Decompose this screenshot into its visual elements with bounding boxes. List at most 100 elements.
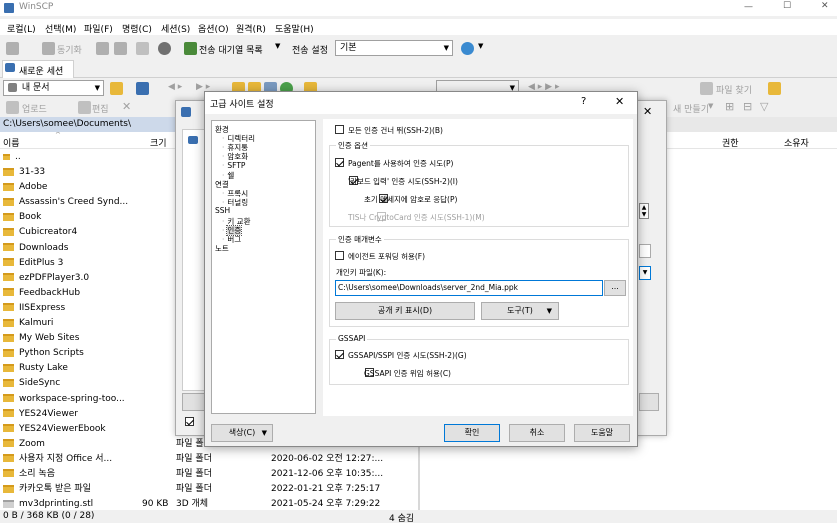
app-icon xyxy=(4,3,14,13)
folder-icon xyxy=(3,197,14,206)
remote-tree-icon[interactable] xyxy=(768,82,781,95)
upload-button[interactable]: 업로드 xyxy=(22,102,47,115)
login-select[interactable]: ▼ xyxy=(639,266,651,280)
login-close-icon[interactable]: ✕ xyxy=(643,105,652,118)
tree-item[interactable]: · SFTP xyxy=(222,161,245,170)
sync-icon[interactable] xyxy=(42,42,55,55)
menu-remote[interactable]: 원격(R) xyxy=(236,22,266,35)
column-permissions[interactable]: 권한 xyxy=(722,136,739,149)
maximize-button[interactable]: ☐ xyxy=(783,1,791,11)
new-dropdown-icon[interactable]: ▼ xyxy=(708,102,713,110)
login-scroll[interactable]: ▲ ▼ xyxy=(639,203,649,219)
file-name: Downloads xyxy=(19,242,69,253)
sync-button[interactable]: 동기화 xyxy=(57,43,82,56)
minimize-button[interactable]: — xyxy=(744,2,753,12)
filter-icon[interactable] xyxy=(136,82,149,95)
pageant-label: Pagent를 사용하여 인증 시도(P) xyxy=(348,159,454,168)
tab-new-session[interactable]: 새로운 세션 xyxy=(2,60,74,78)
login-show-checkbox[interactable] xyxy=(185,417,194,426)
cancel-button[interactable]: 취소 xyxy=(509,424,565,442)
delete-icon[interactable]: ✕ xyxy=(122,100,131,113)
bypass-auth-checkbox[interactable] xyxy=(335,125,344,134)
file-name: 카카오톡 받은 파일 xyxy=(19,484,91,495)
menu-local[interactable]: 로컬(L) xyxy=(7,22,36,35)
menu-help[interactable]: 도움말(H) xyxy=(275,22,314,35)
queue-icon[interactable] xyxy=(184,42,197,55)
color-button[interactable]: 색상(C) ▼ xyxy=(211,424,273,442)
new-button[interactable]: 새 만들기 xyxy=(673,102,709,115)
console-icon[interactable] xyxy=(96,42,109,55)
find-dim-icon[interactable] xyxy=(136,42,149,55)
login-field[interactable] xyxy=(639,244,651,258)
queue-button[interactable]: 전송 대기열 목록 xyxy=(199,43,263,56)
login-tools-button[interactable] xyxy=(182,393,206,411)
local-path: C:\Users\somee\Documents\ xyxy=(3,119,131,129)
list-item[interactable]: 사용자 지정 Office 서... 파일 폴더 2020-06-02 오전 12:… xyxy=(0,452,418,467)
settings-page: 모든 인증 건너 뛰(SSH-2)(B) 인증 옵션 Pagent를 사용하여 … xyxy=(323,119,633,416)
menu-file[interactable]: 파일(F) xyxy=(84,22,113,35)
tab-new-session-label: 새로운 세션 xyxy=(19,67,64,77)
file-name: Cubicreator4 xyxy=(19,227,78,238)
find-files-button[interactable]: 파일 찾기 xyxy=(716,83,752,96)
file-name: Zoom xyxy=(19,438,45,449)
minus-icon[interactable]: ⊟ xyxy=(743,100,752,113)
file-name: mv3dprinting.stl xyxy=(19,499,94,510)
folder-icon xyxy=(3,182,14,191)
menu-session[interactable]: 세션(S) xyxy=(161,22,190,35)
menu-select[interactable]: 선택(M) xyxy=(45,22,76,35)
file-name: 사용자 지정 Office 서... xyxy=(19,453,113,464)
folder-icon xyxy=(3,258,14,267)
folder-icon xyxy=(3,243,14,252)
file-name: Assassin's Creed Synd... xyxy=(19,197,129,208)
agent-forward-checkbox[interactable] xyxy=(335,251,344,260)
queue-dropdown-icon[interactable]: ▼ xyxy=(275,42,280,50)
find-files-icon[interactable] xyxy=(700,82,713,95)
terminal-icon[interactable] xyxy=(114,42,127,55)
file-name: EditPlus 3 xyxy=(19,257,64,268)
list-item[interactable]: 카카오톡 받은 파일 파일 폴더 2022-01-21 오후 7:25:17 xyxy=(0,482,418,497)
auth-params-group: 인증 매개변수 에이전트 포워딩 허용(F) 개인키 파일(K): C:\Use… xyxy=(329,234,629,327)
browse-button[interactable]: ... xyxy=(604,280,626,296)
login-button[interactable] xyxy=(639,393,659,411)
column-owner[interactable]: 소유자 xyxy=(784,136,809,149)
gssapi-auth-checkbox[interactable] xyxy=(335,350,344,359)
tree-item[interactable]: 노트 xyxy=(215,243,229,254)
folder-icon xyxy=(3,273,14,282)
folder-icon xyxy=(3,348,14,357)
column-size[interactable]: 크기 xyxy=(150,136,167,149)
tree-item-label: SSH xyxy=(215,206,231,216)
ok-button[interactable]: 확인 xyxy=(444,424,500,442)
back-icon[interactable]: ◀ ▸ xyxy=(168,82,182,92)
tree-item[interactable]: SSH xyxy=(215,206,230,215)
pageant-checkbox[interactable] xyxy=(335,158,344,167)
settings-tree: 환경 · 디렉터리 · 휴지통 · 암호화 · SFTP · 쉘 연결 · 프록시 · 터널링 SSH · 키 교환… xyxy=(211,120,316,414)
open-folder-icon[interactable] xyxy=(110,82,123,95)
close-button[interactable]: ✕ xyxy=(821,1,829,11)
globe-icon[interactable] xyxy=(461,42,474,55)
gear-icon[interactable] xyxy=(158,42,171,55)
compare-icon[interactable] xyxy=(6,42,19,55)
add-icon[interactable]: ⊞ xyxy=(725,100,734,113)
column-name[interactable]: 이름 xyxy=(3,136,20,149)
transfer-settings-select[interactable]: 기본 ▼ xyxy=(335,40,453,56)
edit-icon[interactable] xyxy=(78,101,91,114)
edit-button[interactable]: 편집 xyxy=(92,102,109,115)
globe-dropdown-icon[interactable]: ▼ xyxy=(478,42,483,50)
private-key-field[interactable]: C:\Users\somee\Downloads\server_2nd_Mia.… xyxy=(335,280,603,296)
local-drive-select[interactable]: 내 문서 ▼ xyxy=(3,80,104,96)
menu-command[interactable]: 명령(C) xyxy=(122,22,152,35)
menu-options[interactable]: 옵션(O) xyxy=(198,22,229,35)
filter-remote-icon[interactable]: ▽ xyxy=(760,100,768,113)
tree-item-label: 노트 xyxy=(215,243,229,253)
dialog-help-button[interactable]: ? xyxy=(581,96,586,107)
dialog-close-button[interactable]: ✕ xyxy=(615,95,624,108)
tools-button[interactable]: 도구(T) ▼ xyxy=(481,302,559,320)
help-button[interactable]: 도움말 xyxy=(574,424,630,442)
show-public-key-button[interactable]: 공개 키 표시(D) xyxy=(335,302,475,320)
upload-icon[interactable] xyxy=(6,101,19,114)
gssapi-auth-label: GSSAPI/SSPI 인증 시도(SSH-2)(G) xyxy=(348,351,467,360)
file-name: IISExpress xyxy=(19,302,66,313)
list-item[interactable]: mv3dprinting.stl 90 KB 3D 개체 2021-05-24 오후 … xyxy=(0,497,418,510)
list-item[interactable]: 소리 녹음 파일 폴더 2021-12-06 오후 10:35:... xyxy=(0,467,418,482)
tools-button-label: 도구(T) xyxy=(507,306,533,315)
